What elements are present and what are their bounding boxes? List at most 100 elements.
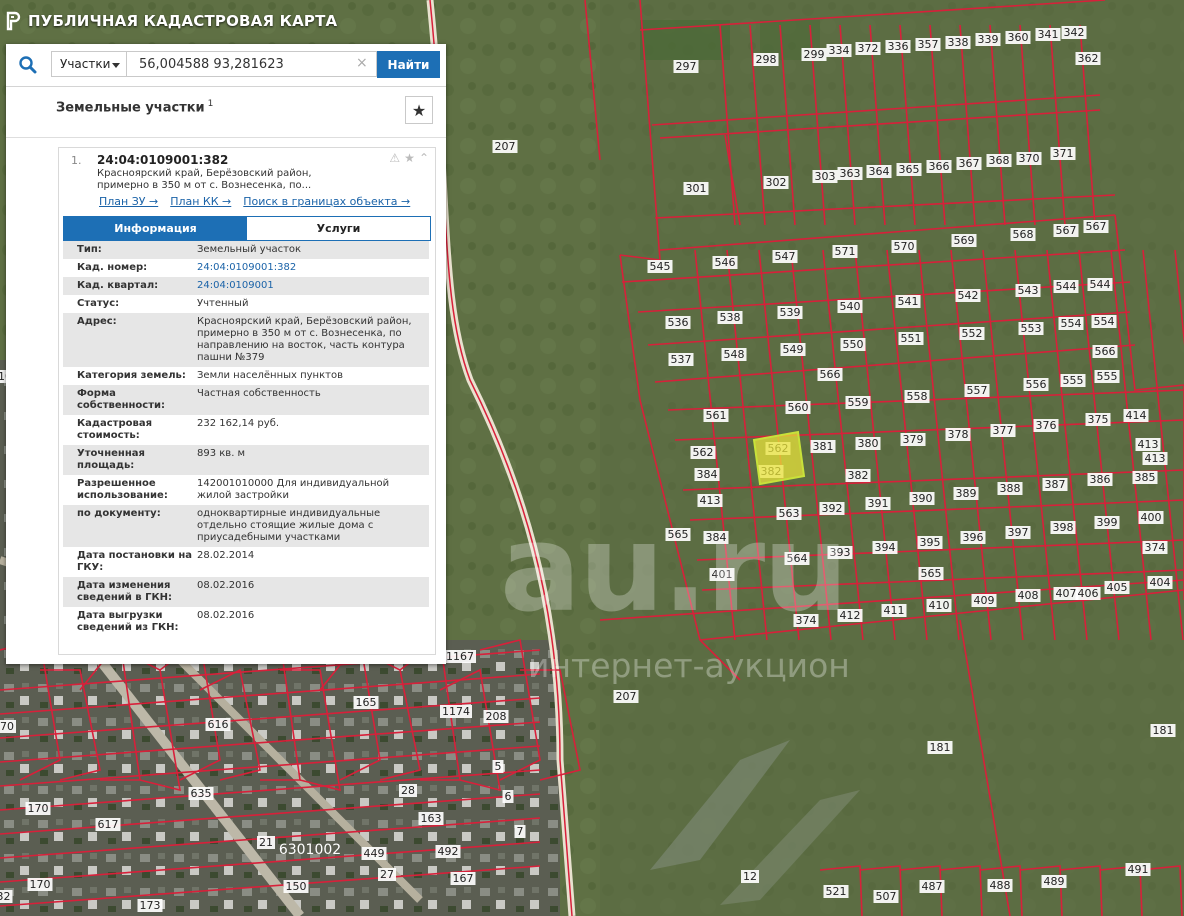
card-links: План ЗУ → План КК → Поиск в границах объ…: [99, 195, 410, 208]
info-value[interactable]: 24:04:0109001: [197, 280, 429, 292]
svg-text:570: 570: [894, 240, 915, 253]
parcel-label: 404: [1147, 576, 1173, 589]
info-value: 893 кв. м: [197, 448, 246, 459]
app-logo-icon: [6, 11, 21, 31]
parcel-label: 28: [399, 784, 417, 797]
parcel-label: 548: [721, 348, 747, 361]
result-number: 1.: [71, 154, 82, 167]
info-value[interactable]: 24:04:0109001:382: [197, 262, 429, 274]
star-icon: ★: [411, 100, 427, 120]
parcel-label: 7: [514, 825, 526, 838]
results-title-text: Земельные участки: [56, 100, 205, 116]
parcel-label: 568: [1010, 228, 1036, 241]
svg-text:492: 492: [438, 845, 459, 858]
parcel-label: 341: [1035, 28, 1061, 41]
svg-text:540: 540: [840, 300, 861, 313]
star-icon[interactable]: ★: [404, 151, 415, 165]
parcel-label: 339: [975, 33, 1001, 46]
svg-text:7: 7: [517, 825, 524, 838]
parcel-label: 374: [1142, 541, 1168, 554]
parcel-label: 554: [1058, 317, 1084, 330]
svg-text:552: 552: [962, 327, 983, 340]
card-tools: ⚠ ★ ⌃: [389, 151, 429, 165]
parcel-label: 408: [1015, 589, 1041, 602]
favorites-button[interactable]: ★: [405, 96, 433, 124]
parcel-label: 301: [683, 182, 709, 195]
info-row: Кад. номер: 24:04:0109001:382: [63, 259, 429, 277]
svg-text:1170: 1170: [0, 720, 14, 733]
parcel-label: 384: [694, 468, 720, 481]
clear-icon[interactable]: ×: [356, 55, 368, 71]
parcel-label: 181: [927, 741, 953, 754]
svg-text:555: 555: [1097, 370, 1118, 383]
parcel-label: 552: [959, 327, 985, 340]
svg-text:366: 366: [929, 160, 950, 173]
selected-parcel[interactable]: [752, 430, 806, 486]
svg-text:382: 382: [848, 469, 869, 482]
svg-text:299: 299: [804, 48, 825, 61]
parcel-label: 387: [1042, 478, 1068, 491]
collapse-icon[interactable]: ⌃: [419, 151, 429, 165]
parcel-label: 538: [717, 311, 743, 324]
object-type-select[interactable]: Участки: [51, 51, 127, 77]
parcel-label: 371: [1050, 147, 1076, 160]
svg-text:367: 367: [959, 157, 980, 170]
parcel-label: 334: [826, 44, 852, 57]
parcel-label: 395: [917, 536, 943, 549]
parcel-label: 381: [810, 440, 836, 453]
info-table: Тип: Земельный участок Кад. номер: 24:04:01…: [63, 241, 429, 637]
info-row: Разрешенное использование: 142001010000 Д…: [63, 475, 429, 505]
parcel-label: 539: [777, 306, 803, 319]
parcel-label: 386: [1087, 473, 1113, 486]
svg-text:550: 550: [843, 338, 864, 351]
svg-text:547: 547: [775, 250, 796, 263]
parcel-label: 377: [990, 424, 1016, 437]
parcel-label: 379: [900, 433, 926, 446]
parcel-label: 302: [763, 176, 789, 189]
search-input[interactable]: [127, 51, 377, 77]
parcel-label: 27: [378, 868, 396, 881]
info-row: Уточненная площадь: 893 кв. м: [63, 445, 429, 475]
svg-text:413: 413: [1138, 438, 1159, 451]
parcel-label: 409: [971, 594, 997, 607]
svg-text:385: 385: [1135, 471, 1156, 484]
svg-text:376: 376: [1036, 419, 1057, 432]
tab-services[interactable]: Услуги: [247, 217, 430, 240]
svg-text:567: 567: [1086, 220, 1107, 233]
svg-text:521: 521: [826, 885, 847, 898]
parcel-label: 489: [1041, 875, 1067, 888]
parcel-label: 560: [785, 401, 811, 414]
info-value: Частная собственность: [197, 388, 321, 399]
parcel-label: 1167: [444, 650, 476, 663]
parcel-label: 567: [1053, 224, 1079, 237]
warning-icon[interactable]: ⚠: [389, 151, 400, 165]
search-in-bounds-link[interactable]: Поиск в границах объекта →: [243, 195, 410, 208]
parcel-label: 414: [1123, 409, 1149, 422]
svg-text:405: 405: [1107, 581, 1128, 594]
parcel-label: 167: [450, 872, 476, 885]
svg-text:386: 386: [1090, 473, 1111, 486]
parcel-label: 163: [418, 812, 444, 825]
parcel-label: 1174: [440, 705, 472, 718]
svg-text:6: 6: [505, 790, 512, 803]
parcel-label: 547: [772, 250, 798, 263]
info-value: одноквартирные индивидуальные отдельно с…: [197, 508, 381, 543]
svg-text:548: 548: [724, 348, 745, 361]
info-label: Форма собственности:: [77, 388, 166, 411]
find-button[interactable]: Найти: [377, 51, 440, 78]
parcel-label: 521: [823, 885, 849, 898]
info-label: Тип:: [77, 244, 102, 255]
svg-text:553: 553: [1021, 322, 1042, 335]
parcel-label: 150: [283, 880, 309, 893]
plan-zu-link[interactable]: План ЗУ →: [99, 195, 158, 208]
svg-text:543: 543: [1018, 284, 1039, 297]
parcel-label: 364: [866, 165, 892, 178]
plan-kk-link[interactable]: План КК →: [170, 195, 231, 208]
parcel-label: 380: [855, 437, 881, 450]
svg-text:555: 555: [1063, 374, 1084, 387]
svg-text:507: 507: [876, 890, 897, 903]
svg-text:381: 381: [813, 440, 834, 453]
search-icon[interactable]: [6, 44, 50, 86]
parcel-id[interactable]: 24:04:0109001:382: [97, 153, 228, 167]
tab-information[interactable]: Информация: [64, 217, 247, 240]
